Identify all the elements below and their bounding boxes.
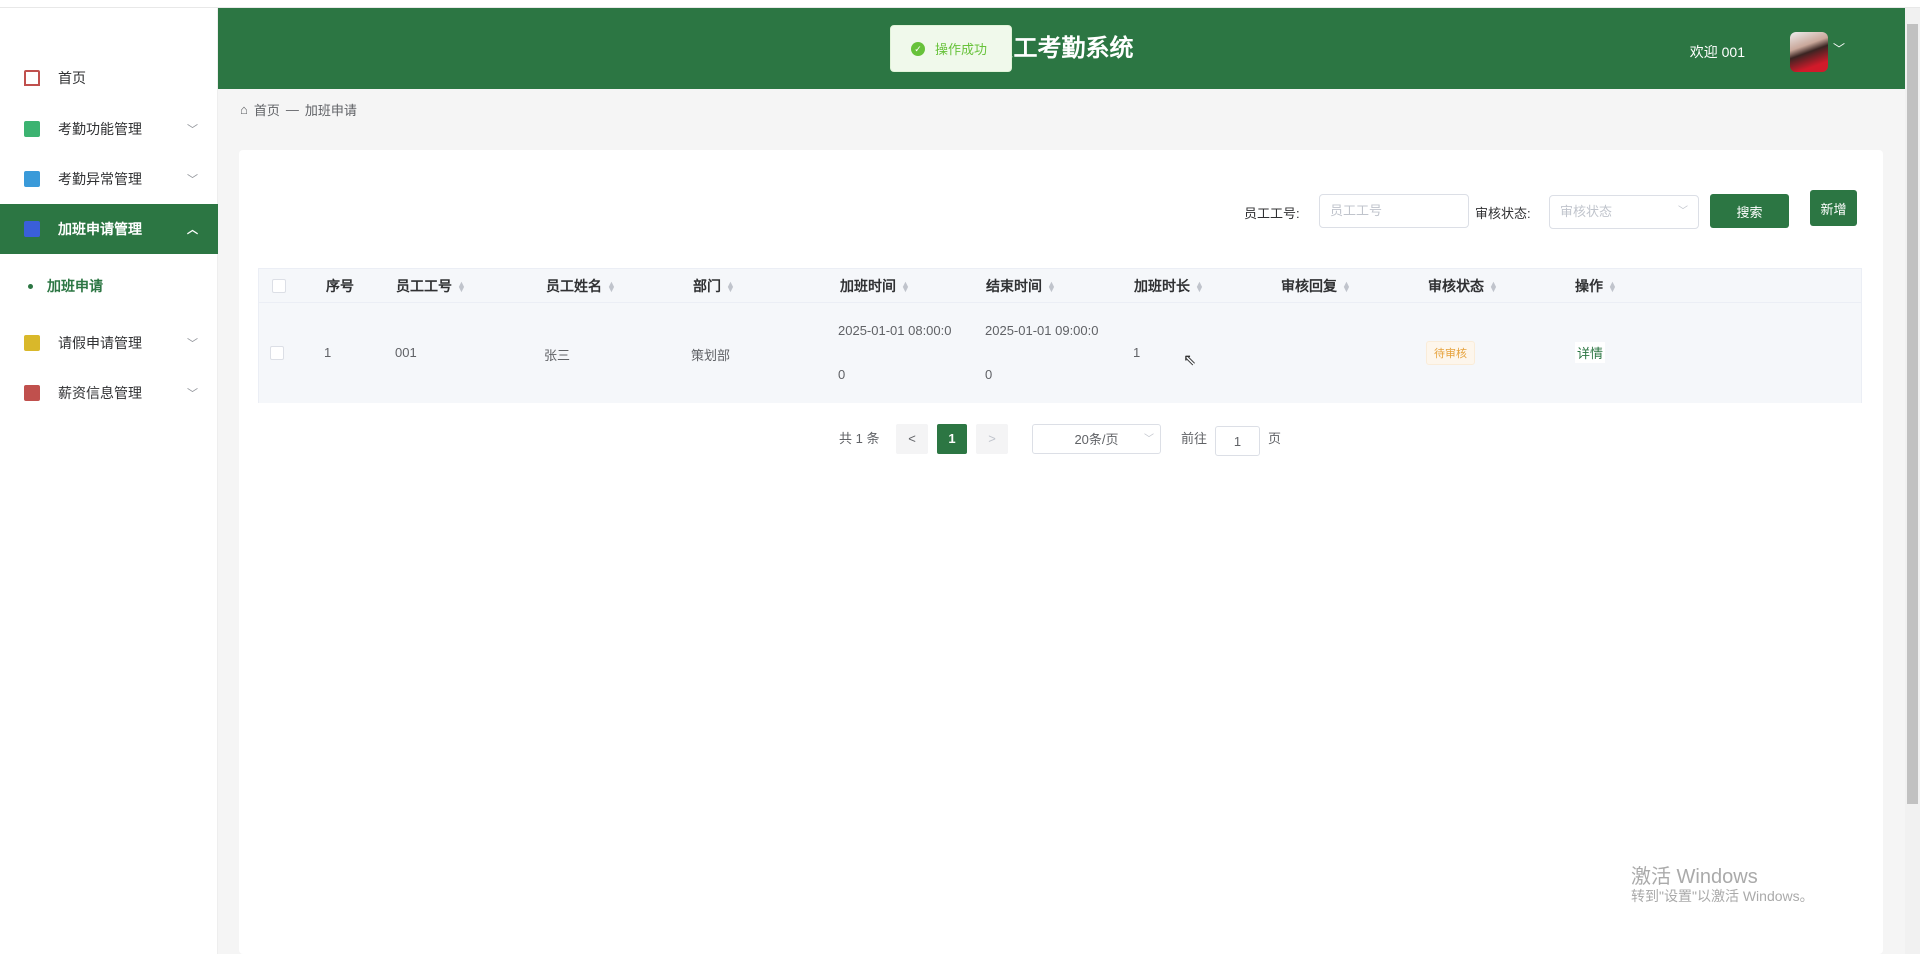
book-icon	[24, 171, 40, 187]
page-size-select[interactable]: 20条/页 ﹀	[1032, 424, 1161, 454]
breadcrumb-separator: —	[285, 102, 299, 117]
cell-hours: 1	[1133, 345, 1141, 360]
column-header-sortable[interactable]: 加班时间 ▲ ▼	[840, 269, 910, 303]
cell-emp-no: 001	[395, 345, 417, 360]
layers-icon	[24, 221, 40, 237]
browser-top-strip	[0, 0, 1920, 8]
avatar[interactable]	[1790, 32, 1828, 72]
pagination-total: 共 1 条	[839, 431, 880, 446]
row-checkbox[interactable]	[270, 346, 284, 360]
sort-icon[interactable]: ▲ ▼	[1608, 280, 1617, 294]
cell-index: 1	[324, 345, 332, 360]
sidebar: 首页 考勤功能管理 ﹀ 考勤异常管理 ﹀ 加班申请管理 ︿ 加班申请 请假申请管理 ﹀ …	[0, 8, 218, 954]
chevron-down-icon[interactable]: ﹀	[1833, 40, 1845, 57]
app-title: 员工考勤系统	[989, 35, 1134, 62]
emp-no-label: 员工工号:	[1244, 206, 1300, 221]
chevron-down-icon: ﹀	[187, 338, 198, 350]
page-1-button[interactable]: 1	[937, 424, 967, 454]
column-header-sortable[interactable]: 加班时长 ▲ ▼	[1134, 269, 1204, 303]
chevron-down-icon: ﹀	[187, 124, 198, 136]
goto-label: 前往	[1181, 431, 1208, 446]
status-select[interactable]: 审核状态 ﹀	[1549, 195, 1699, 229]
cell-end-time: 2025-01-01 09:00:0	[985, 323, 1099, 338]
sort-icon[interactable]: ▲ ▼	[1195, 280, 1204, 294]
sort-icon[interactable]: ▲ ▼	[901, 280, 910, 294]
home-icon: ⌂	[240, 102, 248, 117]
chevron-down-icon: ﹀	[1678, 206, 1688, 217]
sort-icon[interactable]: ▲ ▼	[457, 280, 466, 294]
cell-name: 张三	[544, 348, 571, 363]
page-unit-label: 页	[1268, 431, 1282, 446]
breadcrumb: ⌂ 首页 — 加班申请	[240, 100, 357, 119]
home-icon	[24, 70, 40, 86]
windows-watermark: 激活 Windows	[1631, 866, 1758, 888]
search-button[interactable]: 搜索	[1710, 194, 1789, 228]
chevron-down-icon: ﹀	[187, 388, 198, 400]
bullet-icon	[28, 283, 33, 289]
crop-icon	[24, 121, 40, 137]
breadcrumb-current: 加班申请	[304, 103, 357, 118]
chevron-down-icon: ﹀	[1144, 434, 1154, 445]
column-header-sortable[interactable]: 审核状态 ▲ ▼	[1428, 269, 1498, 303]
column-header-sortable[interactable]: 员工工号 ▲ ▼	[396, 269, 466, 303]
goto-page-input[interactable]: 1	[1215, 426, 1260, 456]
sidebar-item-salary[interactable]: 薪资信息管理 ﹀	[0, 368, 218, 418]
next-page-button[interactable]: >	[976, 424, 1008, 454]
top-header: 员工考勤系统 欢迎 001 ﹀	[218, 8, 1905, 89]
bookmark-icon	[24, 335, 40, 351]
column-header-sortable[interactable]: 审核回复 ▲ ▼	[1281, 269, 1351, 303]
sidebar-item-anomaly[interactable]: 考勤异常管理 ﹀	[0, 154, 218, 204]
chevron-up-icon: ︿	[187, 224, 198, 236]
emp-no-input[interactable]: 员工工号	[1319, 194, 1469, 228]
sidebar-item-overtime-apply[interactable]: 加班申请	[0, 261, 218, 311]
table-header: 序号 员工工号 ▲ ▼ 员工姓名 ▲ ▼ 部门 ▲ ▼ 加班时间 ▲ ▼ 结束时间 ▲ ▼ 加班时长…	[259, 269, 1861, 303]
success-toast: ✓ 操作成功	[890, 25, 1012, 72]
cell-start-time-wrap: 0	[838, 367, 846, 382]
sidebar-item-overtime[interactable]: 加班申请管理 ︿	[0, 204, 218, 254]
column-header-sortable[interactable]: 员工姓名 ▲ ▼	[546, 269, 616, 303]
sort-icon[interactable]: ▲ ▼	[1047, 280, 1056, 294]
column-header-sortable[interactable]: 部门 ▲ ▼	[693, 269, 735, 303]
add-button[interactable]: 新增	[1810, 190, 1857, 226]
layout-icon	[24, 385, 40, 401]
sidebar-item-attendance[interactable]: 考勤功能管理 ﹀	[0, 104, 218, 154]
windows-watermark-sub: 转到"设置"以激活 Windows。	[1631, 888, 1814, 904]
welcome-text: 欢迎 001	[1689, 44, 1745, 60]
sort-icon[interactable]: ▲ ▼	[726, 280, 735, 294]
sidebar-item-leave[interactable]: 请假申请管理 ﹀	[0, 318, 218, 368]
prev-page-button[interactable]: <	[896, 424, 928, 454]
status-badge: 待审核	[1426, 341, 1475, 365]
sort-icon[interactable]: ▲ ▼	[607, 280, 616, 294]
cell-dept: 策划部	[691, 348, 731, 363]
scrollbar-thumb[interactable]	[1907, 24, 1918, 804]
chevron-down-icon: ﹀	[187, 174, 198, 186]
column-header-sortable[interactable]: 结束时间 ▲ ▼	[986, 269, 1056, 303]
check-circle-icon: ✓	[911, 41, 925, 56]
column-header: 序号	[326, 278, 354, 294]
data-table: 序号 员工工号 ▲ ▼ 员工姓名 ▲ ▼ 部门 ▲ ▼ 加班时间 ▲ ▼ 结束时间 ▲ ▼ 加班时长…	[258, 268, 1862, 403]
table-row[interactable]: 1 001 张三 策划部 2025-01-01 08:00:0 0 2025-0…	[259, 303, 1861, 403]
column-header-sortable[interactable]: 操作 ▲ ▼	[1575, 269, 1617, 303]
cell-end-time-wrap: 0	[985, 367, 993, 382]
sidebar-item-home[interactable]: 首页	[0, 53, 218, 103]
sort-icon[interactable]: ▲ ▼	[1489, 280, 1498, 294]
cell-start-time: 2025-01-01 08:00:0	[838, 323, 952, 338]
breadcrumb-home[interactable]: 首页	[254, 100, 280, 119]
detail-link[interactable]: 详情	[1575, 342, 1606, 363]
mouse-cursor-icon: ⇖	[1183, 352, 1197, 369]
sort-icon[interactable]: ▲ ▼	[1342, 280, 1351, 294]
status-label: 审核状态:	[1475, 206, 1531, 221]
select-all-checkbox[interactable]	[272, 279, 286, 293]
